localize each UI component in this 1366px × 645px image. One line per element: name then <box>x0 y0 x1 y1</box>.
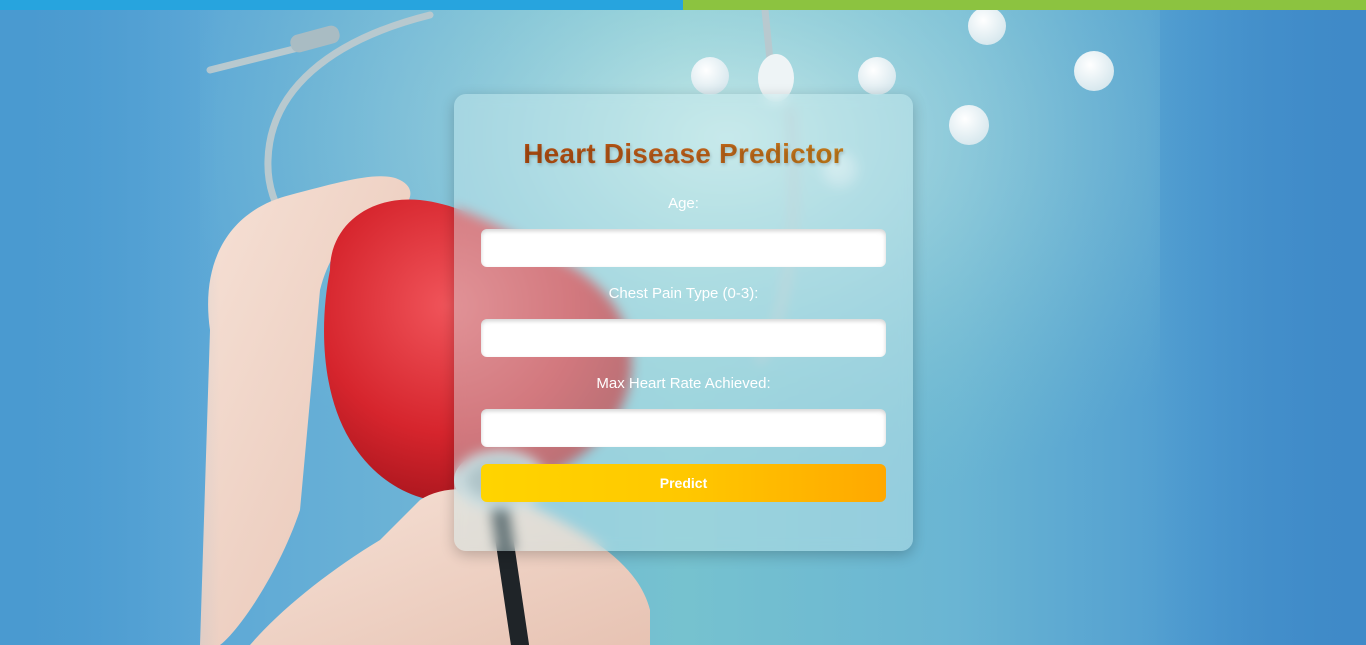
chest-pain-type-input[interactable] <box>481 319 886 357</box>
page: Heart Disease Predictor Age: Chest Pain … <box>0 0 1366 645</box>
chest-pain-type-label: Chest Pain Type (0-3): <box>608 285 759 302</box>
top-accent-bar-blue <box>0 0 683 10</box>
predict-button[interactable]: Predict <box>481 464 886 502</box>
age-label: Age: <box>668 195 699 212</box>
prediction-form-card: Heart Disease Predictor Age: Chest Pain … <box>454 94 913 551</box>
age-input[interactable] <box>481 229 886 267</box>
top-accent-bar-green <box>683 0 1366 10</box>
max-heart-rate-label: Max Heart Rate Achieved: <box>596 375 771 392</box>
page-title: Heart Disease Predictor <box>454 138 913 170</box>
max-heart-rate-input[interactable] <box>481 409 886 447</box>
